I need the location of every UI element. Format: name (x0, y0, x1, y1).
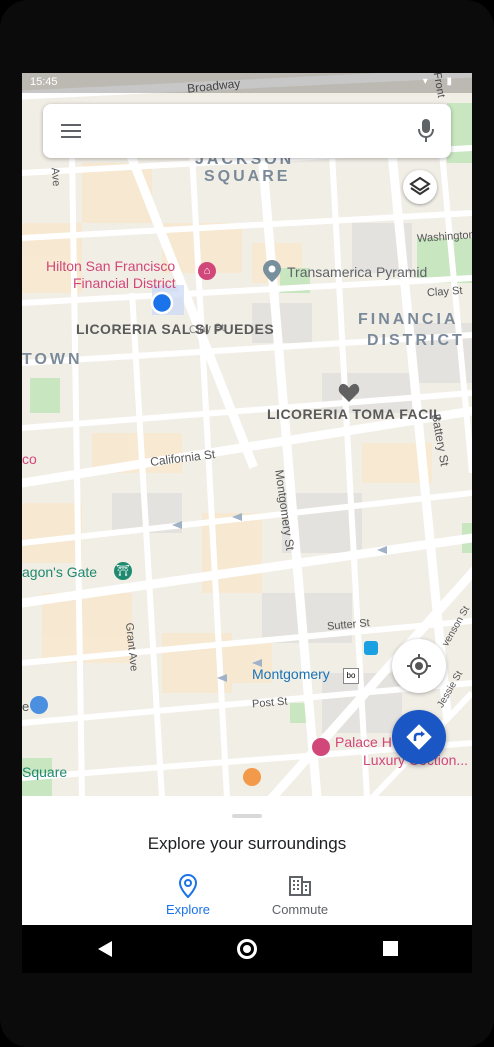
status-icons: ▾ ▮ (422, 76, 460, 87)
poi-transamerica[interactable]: Transamerica Pyramid (287, 264, 427, 280)
tab-commute[interactable]: Commute (260, 874, 340, 917)
android-nav-bar (22, 925, 472, 973)
transit-icon[interactable] (364, 641, 378, 655)
back-icon[interactable] (98, 941, 112, 957)
tab-explore-label: Explore (165, 902, 211, 917)
mic-icon[interactable] (417, 118, 435, 144)
district-jackson-bottom: SQUARE (204, 168, 291, 185)
layers-button[interactable] (403, 170, 437, 204)
recent-apps-icon[interactable] (383, 941, 398, 956)
directions-icon (406, 724, 432, 750)
bart-icon[interactable]: bo (343, 668, 359, 684)
district-chinatown: TOWN (22, 351, 83, 368)
menu-icon[interactable] (61, 120, 85, 142)
hotel-icon[interactable]: ⌂ (198, 262, 216, 280)
bottom-sheet[interactable]: Explore your surroundings Explore Commut… (22, 796, 472, 925)
landmark-icon[interactable]: ⛩ (114, 562, 132, 580)
label-licoreria-toma[interactable]: LICORERIA TOMA FACIL (267, 406, 442, 422)
poi-montgomery-station[interactable]: Montgomery (252, 666, 330, 682)
district-financial-bottom: DISTRICT (367, 332, 465, 349)
poi-dragons-gate[interactable]: agon's Gate (22, 564, 97, 580)
layers-icon (409, 176, 431, 196)
location-pin-icon (148, 873, 228, 899)
district-financial-top: FINANCIA (358, 311, 459, 328)
building-icon (260, 874, 340, 898)
tab-explore[interactable]: Explore (148, 873, 228, 917)
drag-handle[interactable] (232, 814, 262, 818)
poi-co: co (22, 451, 37, 467)
crosshair-icon (407, 654, 431, 678)
status-bar: 15:45 ▾ ▮ (22, 73, 472, 93)
street-clay: Clay St (426, 284, 463, 300)
explore-title: Explore your surroundings (147, 834, 347, 853)
screen: Broadway Front Ave JACKSON SQUARE Washin… (22, 73, 472, 925)
search-bar[interactable] (43, 104, 451, 158)
poi-hilton-line1[interactable]: Hilton San Francisco (46, 258, 175, 275)
poi-e: e (22, 699, 30, 714)
hotel-icon-palace[interactable] (312, 738, 330, 756)
home-icon[interactable] (237, 939, 257, 959)
shop-icon[interactable] (30, 696, 48, 714)
poi-hilton-line2[interactable]: Financial District (73, 275, 176, 292)
status-time: 15:45 (30, 76, 58, 88)
directions-button[interactable] (392, 710, 446, 764)
restaurant-icon[interactable] (243, 768, 261, 786)
label-licoreria-sal[interactable]: LICORERIA SAL SI PUEDES (76, 321, 274, 337)
poi-square[interactable]: Square (22, 764, 67, 780)
my-location-button[interactable] (392, 639, 446, 693)
poi-palace-line1[interactable]: Palace H (335, 734, 392, 751)
street-ave: Ave (48, 167, 63, 187)
tab-commute-label: Commute (271, 902, 329, 917)
